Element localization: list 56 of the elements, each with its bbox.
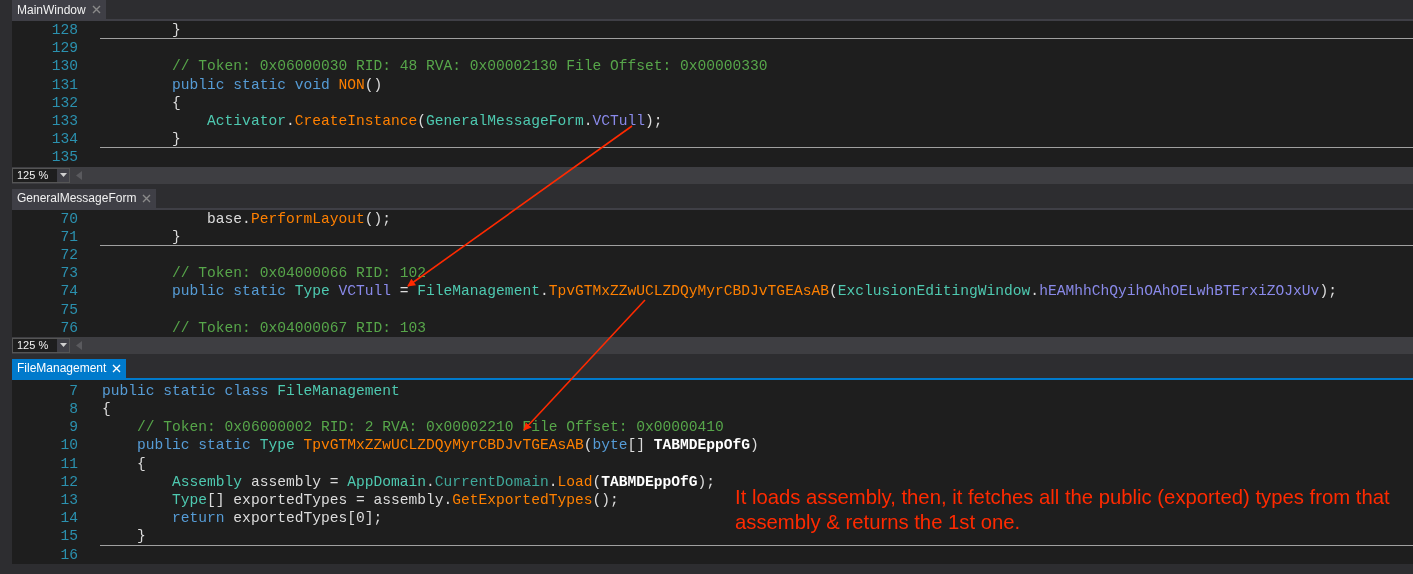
scroll-left-icon[interactable] bbox=[76, 340, 82, 350]
code-line: public static Type TpvGTMxZZwUCLZDQyMyrCBDJvTGEAsAB(byte[] TABMDEppOfG) bbox=[136, 437, 759, 454]
line-number: 129 bbox=[50, 40, 78, 57]
code-line: { bbox=[171, 94, 181, 111]
line-number: 73 bbox=[59, 265, 78, 282]
line-number: 8 bbox=[68, 401, 78, 418]
line-number: 10 bbox=[59, 437, 78, 454]
caret-icon bbox=[59, 173, 67, 177]
code-line: } bbox=[171, 22, 181, 39]
line-number: 9 bbox=[68, 419, 78, 436]
line-number: 71 bbox=[59, 228, 78, 245]
document-tab[interactable]: GeneralMessageForm bbox=[12, 188, 157, 208]
code-line: } bbox=[171, 228, 181, 245]
code-line: { bbox=[102, 401, 111, 418]
line-number: 133 bbox=[50, 113, 78, 130]
document-tab[interactable]: FileManagement bbox=[12, 358, 127, 378]
line-number: 13 bbox=[59, 492, 78, 509]
line-number: 132 bbox=[50, 94, 78, 111]
line-number: 72 bbox=[59, 246, 78, 263]
annotation-text: It loads assembly, then, it fetches all the public (exported) types from that assembly & returns the 1st one. bbox=[735, 485, 1391, 535]
code-line: public static void NON() bbox=[171, 76, 383, 93]
caret-icon bbox=[59, 343, 67, 348]
line-number: 14 bbox=[59, 510, 78, 527]
line-number: 134 bbox=[50, 131, 78, 148]
zoom-dropdown[interactable]: 125 % bbox=[12, 167, 70, 183]
line-number: 70 bbox=[59, 210, 78, 227]
line-number: 130 bbox=[50, 58, 78, 75]
line-number: 75 bbox=[59, 301, 78, 318]
code-line: // Token: 0x04000066 RID: 102 bbox=[171, 265, 427, 282]
code-line: } bbox=[171, 131, 181, 148]
line-number: 12 bbox=[59, 473, 78, 490]
code-line: public static Type VCTull = FileManagement.TpvGTMxZZwUCLZDQyMyrCBDJvTGEAsAB(ExclusionEditingWindow.hEAMhhChQyihOAhOELwhBTErxiZOJxUv); bbox=[171, 283, 1337, 300]
line-number: 7 bbox=[68, 382, 78, 399]
code-line: Activator.CreateInstance(GeneralMessageForm.VCTull); bbox=[206, 113, 663, 130]
line-number: 131 bbox=[50, 76, 78, 93]
code-line: Assembly assembly = AppDomain.CurrentDomain.Load(TABMDEppOfG); bbox=[171, 473, 716, 490]
line-number: 128 bbox=[50, 22, 78, 39]
zoom-dropdown[interactable]: 125 % bbox=[12, 337, 70, 353]
code-line: } bbox=[136, 528, 146, 545]
code-line: { bbox=[136, 455, 146, 472]
line-number: 15 bbox=[59, 528, 78, 545]
line-number: 76 bbox=[59, 319, 78, 336]
close-icon[interactable] bbox=[91, 5, 101, 14]
line-number: 16 bbox=[59, 546, 78, 563]
document-tab[interactable]: MainWindow bbox=[12, 0, 106, 19]
line-number: 11 bbox=[59, 455, 78, 472]
scroll-left-icon[interactable] bbox=[76, 170, 82, 180]
code-line: // Token: 0x04000067 RID: 103 bbox=[171, 319, 427, 336]
code-line: Type[] exportedTypes = assembly.GetExportedTypes(); bbox=[171, 492, 619, 509]
line-number: 135 bbox=[50, 149, 78, 166]
line-number: 74 bbox=[59, 283, 78, 300]
code-line: return exportedTypes[0]; bbox=[171, 510, 383, 527]
code-line: public static class FileManagement bbox=[102, 382, 400, 399]
code-line: base.PerformLayout(); bbox=[206, 210, 392, 227]
close-icon[interactable] bbox=[142, 193, 152, 203]
code-line: // Token: 0x06000030 RID: 48 RVA: 0x00002130 File Offset: 0x00000330 bbox=[171, 58, 768, 75]
